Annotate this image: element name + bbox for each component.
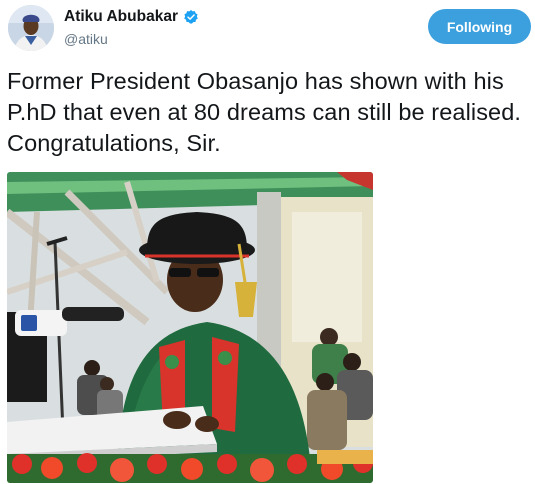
author-avatar[interactable] [8, 5, 54, 51]
tweet-card: Atiku Abubakar @atiku Following Former P… [0, 0, 535, 484]
author-handle[interactable]: @atiku [64, 31, 108, 47]
following-button[interactable]: Following [428, 9, 531, 44]
verified-badge-icon [184, 10, 198, 24]
tweet-text: Former President Obasanjo has shown with… [7, 68, 522, 156]
graduation-photo [7, 172, 373, 483]
tweet-photo[interactable] [7, 172, 373, 483]
profile-photo-icon [8, 5, 54, 51]
author-name-row: Atiku Abubakar [64, 8, 199, 26]
author-display-name[interactable]: Atiku Abubakar [64, 8, 178, 26]
